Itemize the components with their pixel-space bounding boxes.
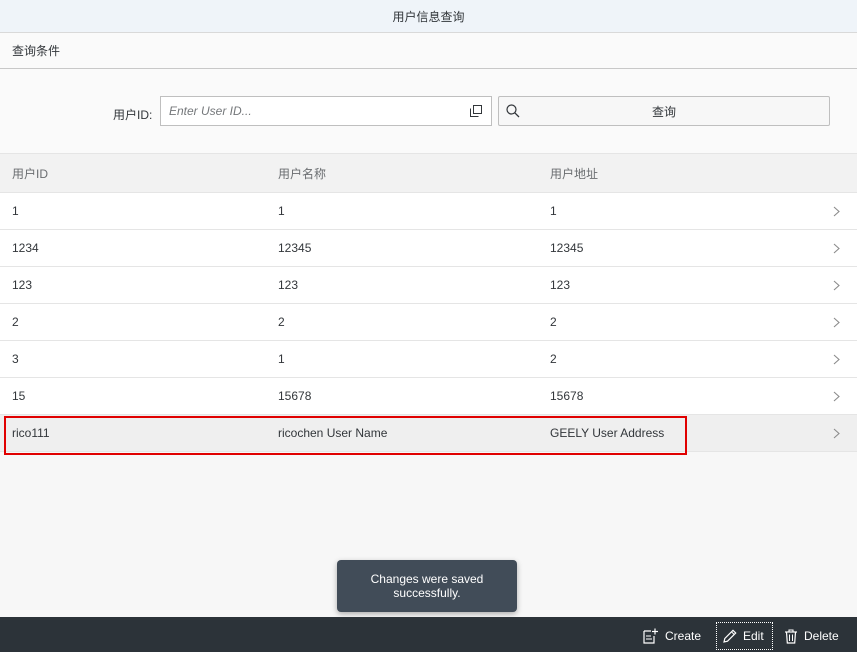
cell-user-address: 2: [550, 352, 557, 366]
cell-user-id: 123: [12, 278, 33, 292]
table-row[interactable]: 1 1 1: [0, 193, 857, 230]
chevron-right-icon[interactable]: [833, 280, 840, 291]
table-row[interactable]: 15 15678 15678: [0, 378, 857, 415]
cell-user-id: 15: [12, 389, 26, 403]
cell-user-name: 12345: [278, 241, 312, 255]
chevron-right-icon[interactable]: [833, 428, 840, 439]
chevron-right-icon[interactable]: [833, 243, 840, 254]
cell-user-address: 1: [550, 204, 557, 218]
filter-section-title: 查询条件: [0, 33, 857, 69]
table-header: 用户ID 用户名称 用户地址: [0, 153, 857, 193]
search-button[interactable]: 查询: [498, 96, 830, 126]
toast-message: Changes were saved successfully.: [337, 560, 517, 612]
filter-bar: 用户ID: 查询: [0, 69, 857, 154]
search-button-label: 查询: [651, 104, 676, 119]
footer-toolbar: Create Edit Delete: [0, 617, 857, 652]
create-icon: [643, 628, 658, 644]
trash-icon: [785, 628, 797, 644]
cell-user-address: 2: [550, 315, 557, 329]
user-table: 用户ID 用户名称 用户地址 1 1 1 1234 12345 12345 12…: [0, 153, 857, 452]
cell-user-id: rico111: [12, 426, 50, 440]
create-button-label: Create: [665, 629, 702, 643]
cell-user-id: 1234: [12, 241, 39, 255]
page-title: 用户信息查询: [0, 0, 857, 33]
table-row[interactable]: 123 123 123: [0, 267, 857, 304]
chevron-right-icon[interactable]: [833, 206, 840, 217]
chevron-right-icon[interactable]: [833, 391, 840, 402]
cell-user-address: GEELY User Address: [550, 426, 665, 440]
chevron-right-icon[interactable]: [833, 354, 840, 365]
table-row-selected[interactable]: rico111 ricochen User Name GEELY User Ad…: [0, 415, 857, 452]
column-header-user-id: 用户ID: [12, 166, 49, 181]
table-row[interactable]: 1234 12345 12345: [0, 230, 857, 267]
cell-user-id: 3: [12, 352, 19, 366]
column-header-user-address: 用户地址: [550, 166, 599, 181]
cell-user-name: 1: [278, 204, 285, 218]
cell-user-address: 15678: [550, 389, 584, 403]
create-button[interactable]: Create: [642, 622, 701, 650]
cell-user-name: 1: [278, 352, 285, 366]
cell-user-name: 2: [278, 315, 285, 329]
chevron-right-icon[interactable]: [833, 317, 840, 328]
cell-user-name: 123: [278, 278, 299, 292]
cell-user-name: ricochen User Name: [278, 426, 388, 440]
delete-button-label: Delete: [804, 629, 839, 643]
edit-button[interactable]: Edit: [716, 622, 773, 650]
cell-user-address: 12345: [550, 241, 584, 255]
user-id-field[interactable]: [160, 96, 492, 126]
user-id-input[interactable]: [169, 98, 459, 124]
table-row[interactable]: 3 1 2: [0, 341, 857, 378]
value-help-icon[interactable]: [470, 105, 482, 117]
delete-button[interactable]: Delete: [784, 622, 839, 650]
user-id-label: 用户ID:: [113, 108, 153, 122]
cell-user-id: 1: [12, 204, 19, 218]
cell-user-name: 15678: [278, 389, 312, 403]
pencil-icon: [723, 629, 737, 643]
table-row[interactable]: 2 2 2: [0, 304, 857, 341]
edit-button-label: Edit: [743, 629, 764, 643]
cell-user-address: 123: [550, 278, 571, 292]
search-icon: [506, 104, 520, 118]
column-header-user-name: 用户名称: [278, 166, 327, 181]
cell-user-id: 2: [12, 315, 19, 329]
